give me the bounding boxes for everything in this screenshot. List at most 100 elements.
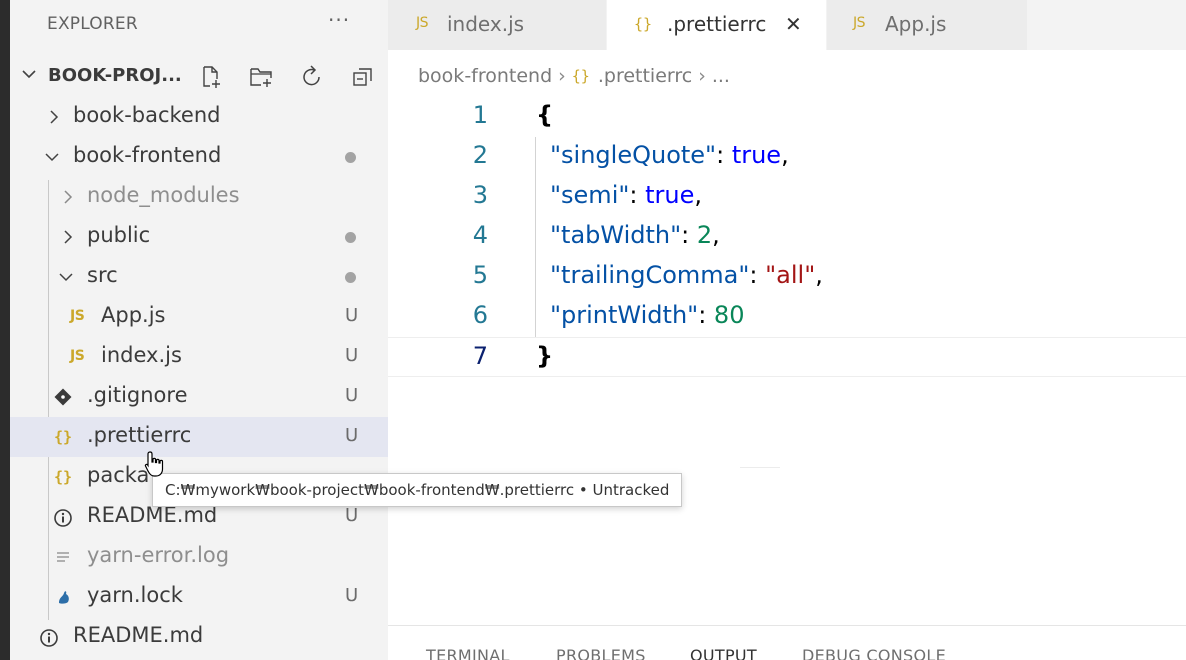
tab-prettierrc[interactable]: {} .prettierrc ✕: [607, 0, 826, 50]
token-colon: :: [681, 221, 697, 249]
tab-index-js[interactable]: JS index.js: [388, 0, 606, 50]
more-actions-icon[interactable]: ···: [328, 8, 350, 32]
tab-label: .prettierrc: [667, 12, 767, 36]
editor-tab-bar: JS index.js {} .prettierrc ✕ JS App.js: [388, 0, 1186, 50]
editor-divider: [740, 467, 780, 468]
json-file-icon: {}: [54, 468, 73, 486]
panel-tab-output[interactable]: OUTPUT: [690, 646, 757, 660]
code-text: "tabWidth": 2,: [550, 221, 720, 249]
token-value: "all": [765, 261, 816, 289]
explorer-sidebar: EXPLORER ··· BOOK-PROJ... book-backend b…: [10, 0, 388, 660]
token-brace: }: [536, 342, 554, 370]
tree-folder-book-frontend[interactable]: book-frontend: [10, 137, 388, 177]
tab-label: App.js: [885, 12, 947, 36]
js-file-icon: JS: [70, 348, 85, 364]
token-colon: :: [749, 261, 766, 289]
breadcrumb-file[interactable]: .prettierrc: [598, 65, 692, 87]
tree-label: src: [87, 263, 118, 287]
git-status-badge: U: [345, 425, 359, 446]
tree-label: node_modules: [87, 183, 240, 207]
js-file-icon: JS: [416, 15, 429, 31]
line-number: 5: [472, 261, 488, 289]
modified-dot-icon: [345, 272, 356, 283]
chevron-right-icon: [64, 190, 73, 204]
explorer-header: EXPLORER ···: [10, 0, 388, 50]
project-name: BOOK-PROJ...: [48, 65, 182, 86]
line-number: 6: [472, 301, 488, 329]
code-line: 2 "singleQuote": true,: [388, 137, 1186, 177]
token-value: true: [645, 181, 695, 209]
tree-label: public: [87, 223, 151, 247]
new-file-icon[interactable]: [198, 64, 224, 90]
chevron-right-icon: [64, 230, 73, 244]
js-file-icon: JS: [853, 15, 866, 31]
tree-file-app-js[interactable]: JS App.js U: [10, 297, 388, 337]
tree-folder-node-modules[interactable]: node_modules: [10, 177, 388, 217]
line-number: 7: [472, 342, 488, 370]
token-comma: ,: [815, 261, 823, 289]
code-line-current: 7 }: [388, 337, 1186, 377]
tree-file-readme-root[interactable]: README.md: [10, 617, 388, 657]
code-text: }: [536, 342, 553, 370]
code-line: 5 "trailingComma": "all",: [388, 257, 1186, 297]
file-path-tooltip: C:₩mywork₩book-project₩book-frontend₩.pr…: [152, 473, 683, 507]
js-file-icon: JS: [70, 308, 85, 324]
tree-file-yarn-lock[interactable]: yarn.lock U: [10, 577, 388, 617]
token-comma: ,: [781, 141, 789, 169]
breadcrumb-separator: ›: [558, 64, 566, 87]
git-file-icon: [54, 388, 72, 406]
panel-tab-debug-console[interactable]: DEBUG CONSOLE: [802, 646, 946, 660]
tree-file-prettierrc[interactable]: {} .prettierrc U: [10, 417, 388, 457]
json-file-icon: {}: [54, 428, 73, 446]
token-colon: :: [716, 141, 732, 169]
code-text: "trailingComma": "all",: [550, 261, 823, 289]
tree-label: book-backend: [73, 103, 221, 127]
panel-tab-terminal[interactable]: TERMINAL: [426, 646, 510, 660]
token-brace: {: [536, 101, 554, 129]
token-value: true: [731, 141, 782, 169]
project-folder-header[interactable]: BOOK-PROJ...: [10, 58, 388, 96]
tab-label: index.js: [447, 12, 525, 36]
activity-bar: [0, 0, 10, 660]
chevron-down-icon: [59, 273, 73, 282]
collapse-all-icon[interactable]: [350, 64, 376, 90]
git-status-badge: U: [345, 385, 359, 406]
token-key: "trailingComma": [550, 261, 750, 289]
breadcrumb-folder[interactable]: book-frontend: [418, 65, 552, 87]
code-line: 1 {: [388, 97, 1186, 137]
close-icon[interactable]: ✕: [785, 12, 802, 36]
code-editor[interactable]: 1 { 2 "singleQuote": true, 3 "semi": tru…: [388, 97, 1186, 397]
new-folder-icon[interactable]: [248, 64, 274, 90]
log-file-icon: [57, 552, 69, 562]
tree-file-yarn-error-log[interactable]: yarn-error.log: [10, 537, 388, 577]
info-icon: [54, 509, 72, 527]
code-line: 3 "semi": true,: [388, 177, 1186, 217]
modified-dot-icon: [345, 232, 356, 243]
tab-app-js[interactable]: JS App.js: [827, 0, 1027, 50]
hand-cursor-icon: [144, 451, 164, 477]
refresh-icon[interactable]: [299, 64, 325, 90]
tree-folder-book-backend[interactable]: book-backend: [10, 97, 388, 137]
breadcrumb: book-frontend › {} .prettierrc ›...: [418, 64, 730, 94]
git-status-badge: U: [345, 305, 359, 326]
line-number: 2: [472, 141, 488, 169]
git-status-badge: U: [345, 345, 359, 366]
tree-label: README.md: [73, 623, 204, 647]
code-text: "printWidth": 80: [550, 301, 744, 329]
tree-label: book-frontend: [73, 143, 222, 167]
token-key: "tabWidth": [550, 221, 682, 249]
panel-tab-problems[interactable]: PROBLEMS: [556, 646, 646, 660]
tree-folder-src[interactable]: src: [10, 257, 388, 297]
explorer-title: EXPLORER: [47, 14, 138, 34]
modified-dot-icon: [345, 152, 356, 163]
tree-label: .gitignore: [87, 383, 188, 407]
tree-file-gitignore[interactable]: .gitignore U: [10, 377, 388, 417]
code-line: 4 "tabWidth": 2,: [388, 217, 1186, 257]
tree-folder-public[interactable]: public: [10, 217, 388, 257]
breadcrumb-more[interactable]: ...: [712, 65, 730, 87]
code-text: "singleQuote": true,: [550, 141, 789, 169]
token-key: "singleQuote": [550, 141, 717, 169]
tree-file-index-js[interactable]: JS index.js U: [10, 337, 388, 377]
info-icon: [40, 629, 58, 647]
code-line: 6 "printWidth": 80: [388, 297, 1186, 337]
